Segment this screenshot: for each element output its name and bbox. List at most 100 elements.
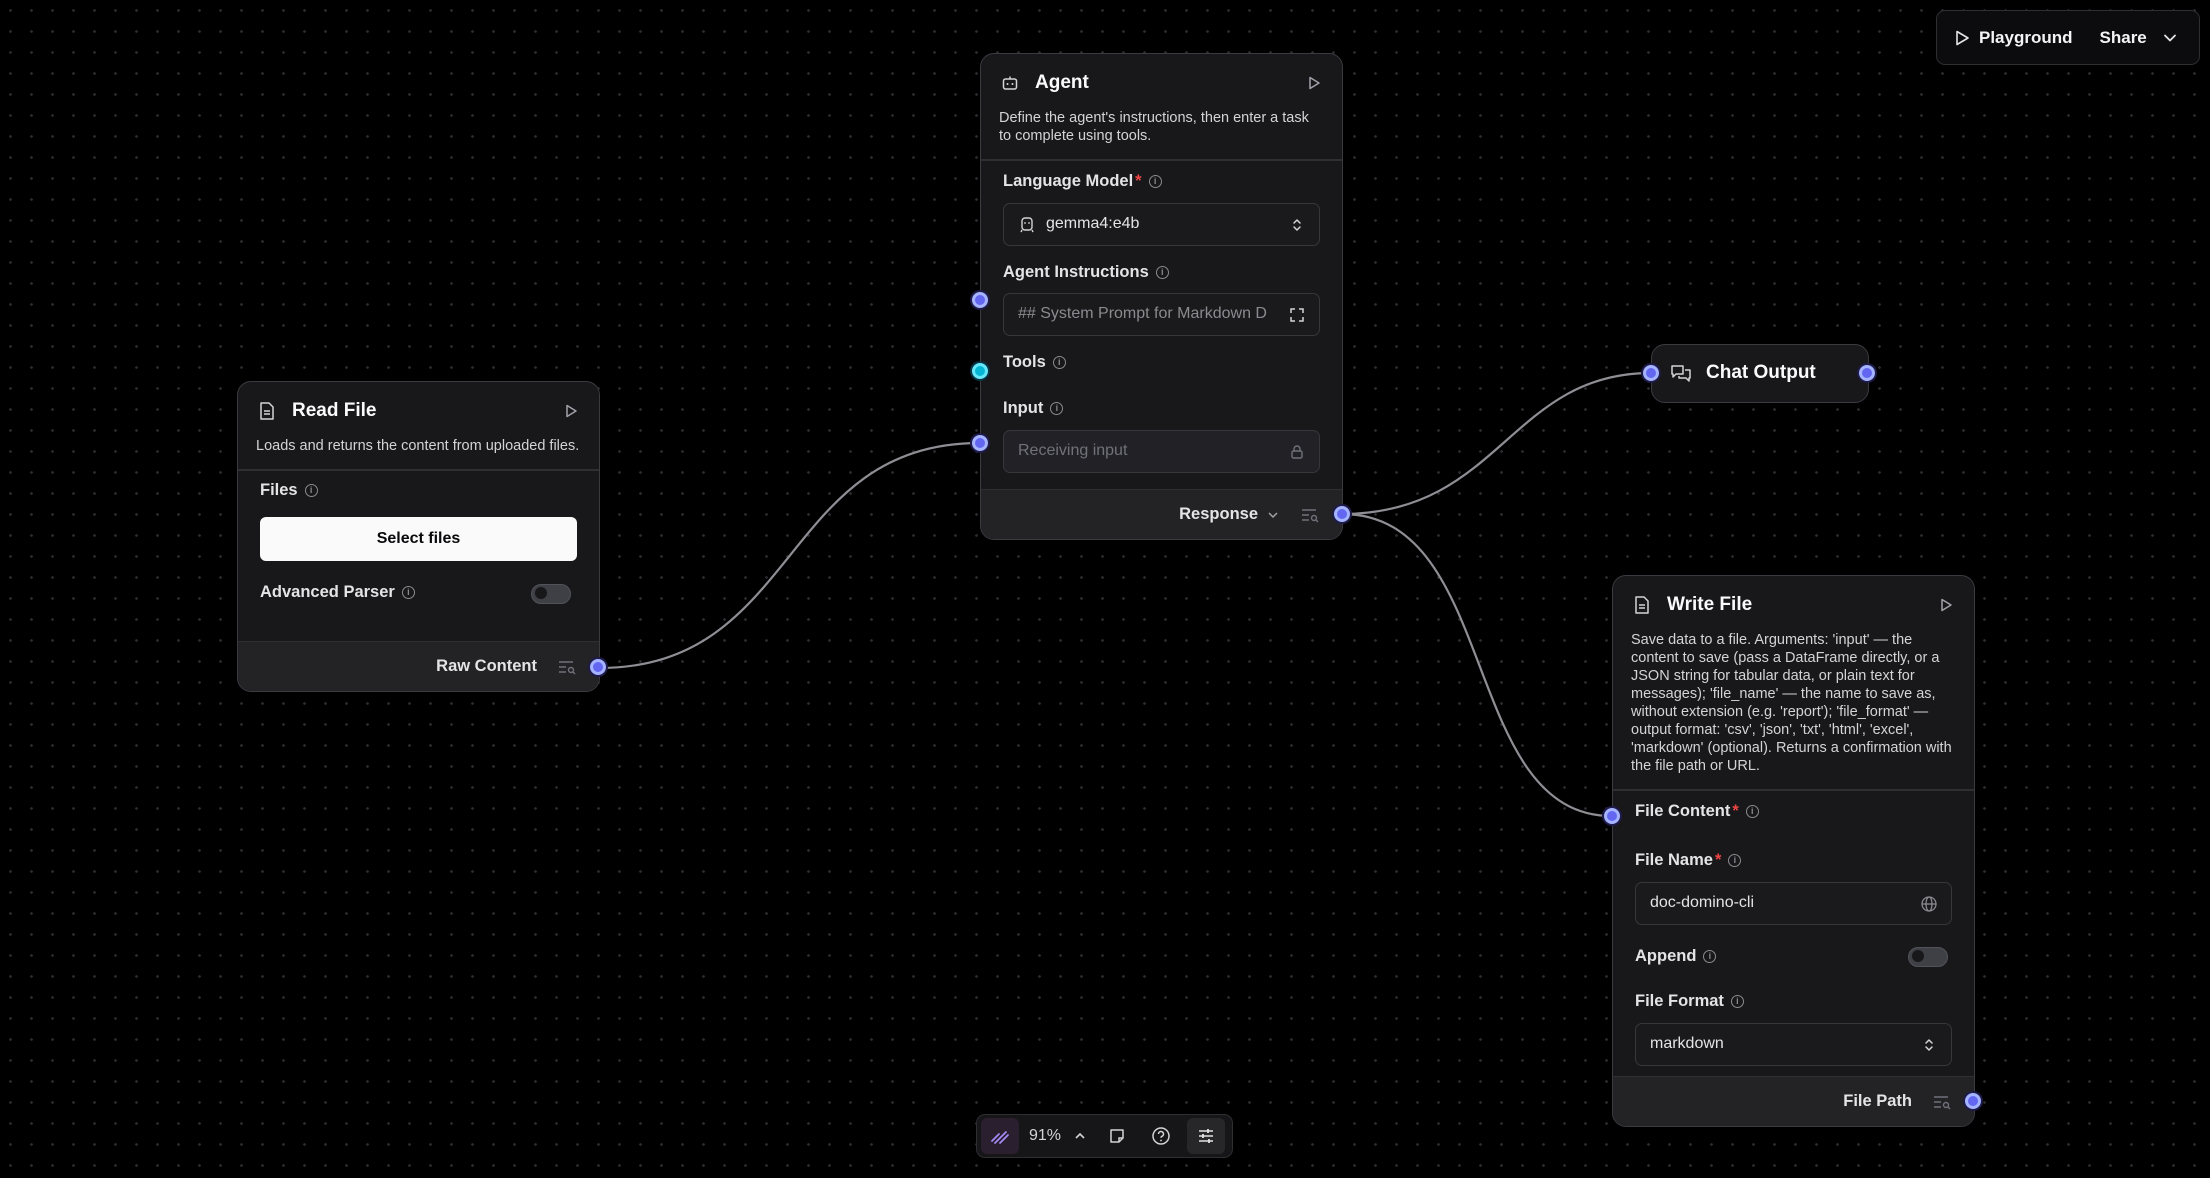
read-file-output-handle[interactable] (590, 659, 606, 675)
write-file-content-handle[interactable] (1604, 808, 1620, 824)
agent-title: Agent (1035, 72, 1089, 93)
info-icon: i (1728, 853, 1742, 867)
agent-instructions-input[interactable]: ## System Prompt for Markdown D (1003, 292, 1320, 336)
file-icon (1631, 594, 1653, 616)
globe-icon[interactable] (1919, 894, 1939, 914)
response-output-select[interactable]: Response (1179, 505, 1280, 524)
sliders-icon (1199, 1129, 1214, 1143)
play-icon (1956, 30, 1969, 45)
chevron-up-icon (1075, 1132, 1085, 1139)
agent-handle-left-1[interactable] (972, 292, 988, 308)
lock-icon (1287, 442, 1307, 462)
advanced-parser-label: Advanced Parser i (260, 583, 577, 602)
share-button[interactable]: Share (2100, 28, 2179, 48)
select-files-button[interactable]: Select files (260, 516, 577, 561)
agent-description: Define the agent's instructions, then en… (999, 110, 1309, 144)
canvas-mode-button[interactable] (981, 1118, 1019, 1154)
play-icon (566, 404, 577, 418)
edge-readfile-to-agent-input (598, 441, 981, 670)
agent-tools-handle[interactable] (972, 363, 988, 379)
agent-input-field[interactable]: Receiving input (1003, 429, 1320, 473)
write-file-run-button[interactable] (1936, 595, 1956, 615)
tools-label: Tools i (1003, 353, 1320, 372)
files-label: Files i (260, 481, 577, 500)
agent-instructions-label: Agent Instructions i (1003, 263, 1320, 282)
write-file-output-handle[interactable] (1965, 1093, 1981, 1109)
inspect-output-icon[interactable] (1932, 1093, 1954, 1111)
agent-node[interactable]: Agent Define the agent's instructions, t… (980, 53, 1343, 540)
language-model-select[interactable]: gemma4:e4b (1003, 202, 1320, 246)
file-format-label: File Format i (1635, 992, 1952, 1011)
file-path-output: File Path (1843, 1092, 1912, 1110)
info-icon: i (1703, 949, 1717, 963)
divider (1613, 789, 1974, 791)
expand-icon[interactable] (1287, 305, 1307, 325)
bot-icon (999, 72, 1021, 94)
write-file-node[interactable]: Write File Save data to a file. Argument… (1612, 575, 1975, 1127)
help-button[interactable] (1143, 1118, 1179, 1154)
append-toggle[interactable] (1908, 946, 1948, 967)
language-model-value: gemma4:e4b (1046, 215, 1140, 232)
chevron-down-icon (1268, 511, 1278, 518)
agent-input-placeholder: Receiving input (1018, 442, 1128, 459)
file-name-label: File Name * i (1635, 851, 1952, 870)
agent-instructions-value: ## System Prompt for Markdown D (1018, 305, 1267, 322)
write-file-title: Write File (1667, 594, 1753, 615)
chat-output-node[interactable]: Chat Output (1651, 344, 1869, 403)
language-model-label: Language Model * i (1003, 172, 1320, 191)
chat-output-title: Chat Output (1706, 362, 1816, 383)
sticky-note-icon (1110, 1129, 1124, 1143)
agent-input-handle[interactable] (972, 435, 988, 451)
input-label: Input i (1003, 399, 1320, 418)
info-icon: i (1148, 174, 1162, 188)
pencil-lines-icon (991, 1131, 1009, 1144)
model-icon (1020, 217, 1034, 233)
zoom-level[interactable]: 91% (1029, 1118, 1087, 1154)
playground-button[interactable]: Playground (1953, 28, 2073, 48)
read-file-node[interactable]: Read File Loads and returns the content … (237, 381, 600, 692)
edge-agent-to-chat-output (1341, 371, 1652, 516)
read-file-output-footer: Raw Content (238, 641, 599, 691)
raw-content-output: Raw Content (436, 657, 537, 675)
write-file-description: Save data to a file. Arguments: 'input' … (1631, 632, 1952, 774)
inspect-output-icon[interactable] (557, 658, 579, 676)
playground-label: Playground (1979, 27, 2073, 47)
settings-sliders-button[interactable] (1187, 1118, 1226, 1154)
info-icon: i (1745, 804, 1759, 818)
file-content-label: File Content * i (1635, 802, 1952, 821)
chevrons-up-down-icon (1919, 1035, 1939, 1055)
file-format-select[interactable]: markdown (1635, 1022, 1952, 1066)
info-icon: i (1730, 994, 1744, 1008)
info-icon: i (1155, 265, 1169, 279)
info-icon: i (304, 483, 318, 497)
write-file-output-footer: File Path (1613, 1076, 1974, 1126)
advanced-parser-toggle[interactable] (531, 583, 571, 604)
agent-run-button[interactable] (1304, 73, 1324, 93)
agent-output-footer: Response (981, 489, 1342, 539)
agent-response-handle[interactable] (1334, 506, 1350, 522)
play-icon (1309, 76, 1320, 90)
file-name-input[interactable]: doc-domino-cli (1635, 881, 1952, 925)
divider (981, 159, 1342, 161)
file-icon (256, 400, 278, 422)
share-label: Share (2099, 27, 2147, 47)
chat-output-output-handle[interactable] (1859, 365, 1875, 381)
inspect-output-icon[interactable] (1300, 506, 1322, 524)
info-icon: i (1050, 401, 1064, 415)
file-name-value: doc-domino-cli (1650, 894, 1755, 911)
help-circle-icon (1152, 1127, 1170, 1145)
play-icon (1941, 598, 1952, 612)
chevrons-up-down-icon (1287, 215, 1307, 235)
sticky-note-button[interactable] (1099, 1118, 1135, 1154)
message-square-icon (1671, 365, 1691, 382)
read-file-title: Read File (292, 400, 377, 421)
file-format-value: markdown (1650, 1035, 1724, 1052)
info-icon: i (1052, 355, 1066, 369)
chat-output-input-handle[interactable] (1643, 365, 1659, 381)
read-file-description: Loads and returns the content from uploa… (256, 438, 580, 454)
info-icon: i (401, 585, 415, 599)
chevron-down-icon (2163, 34, 2176, 41)
divider (238, 469, 599, 471)
canvas-controls: 91% (976, 1114, 1233, 1158)
read-file-run-button[interactable] (561, 401, 581, 421)
